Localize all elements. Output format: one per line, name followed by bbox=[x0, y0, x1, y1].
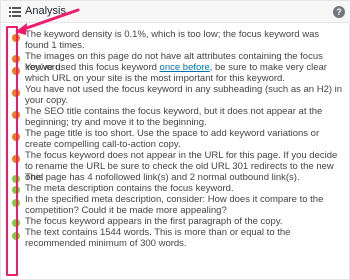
result-text-before: You've used this focus keyword bbox=[25, 62, 160, 73]
result-text: You have not used the focus keyword in a… bbox=[25, 84, 343, 106]
result-text: In the specified meta description, consi… bbox=[25, 194, 324, 216]
question-mark-icon[interactable]: ? bbox=[333, 6, 345, 18]
result-text: The page title is too short. Use the spa… bbox=[25, 128, 320, 150]
warning-status-dot-icon bbox=[12, 155, 20, 163]
good-status-dot-icon bbox=[12, 186, 20, 194]
good-status-dot-icon bbox=[12, 232, 20, 240]
result-text: The meta description contains the focus … bbox=[25, 183, 234, 194]
list-icon bbox=[9, 7, 21, 17]
result-text: The focus keyword appears in the first p… bbox=[25, 216, 283, 227]
result-text: This page has 4 nofollowed link(s) and 2… bbox=[25, 172, 300, 183]
warning-status-dot-icon bbox=[12, 55, 20, 63]
analysis-panel: Analysis ? The keyword density is 0.1%, … bbox=[0, 0, 350, 280]
good-status-dot-icon bbox=[12, 175, 20, 183]
good-status-dot-icon bbox=[12, 199, 20, 207]
result-text: The text contains 1544 words. This is mo… bbox=[25, 227, 291, 249]
result-text: The keyword density is 0.1%, which is to… bbox=[25, 29, 320, 51]
result-text: The SEO title contains the focus keyword… bbox=[25, 106, 323, 128]
panel-header[interactable]: Analysis ? bbox=[1, 1, 350, 23]
warning-status-dot-icon bbox=[12, 34, 20, 42]
warning-status-dot-icon bbox=[12, 133, 20, 141]
once-before-link[interactable]: once before bbox=[160, 62, 210, 73]
warning-status-dot-icon bbox=[12, 111, 20, 119]
result-text: You've used this focus keyword once befo… bbox=[25, 62, 343, 84]
good-status-dot-icon bbox=[12, 219, 20, 227]
panel-title: Analysis bbox=[25, 5, 66, 17]
warning-status-dot-icon bbox=[12, 89, 20, 97]
warning-status-dot-icon bbox=[12, 67, 20, 75]
